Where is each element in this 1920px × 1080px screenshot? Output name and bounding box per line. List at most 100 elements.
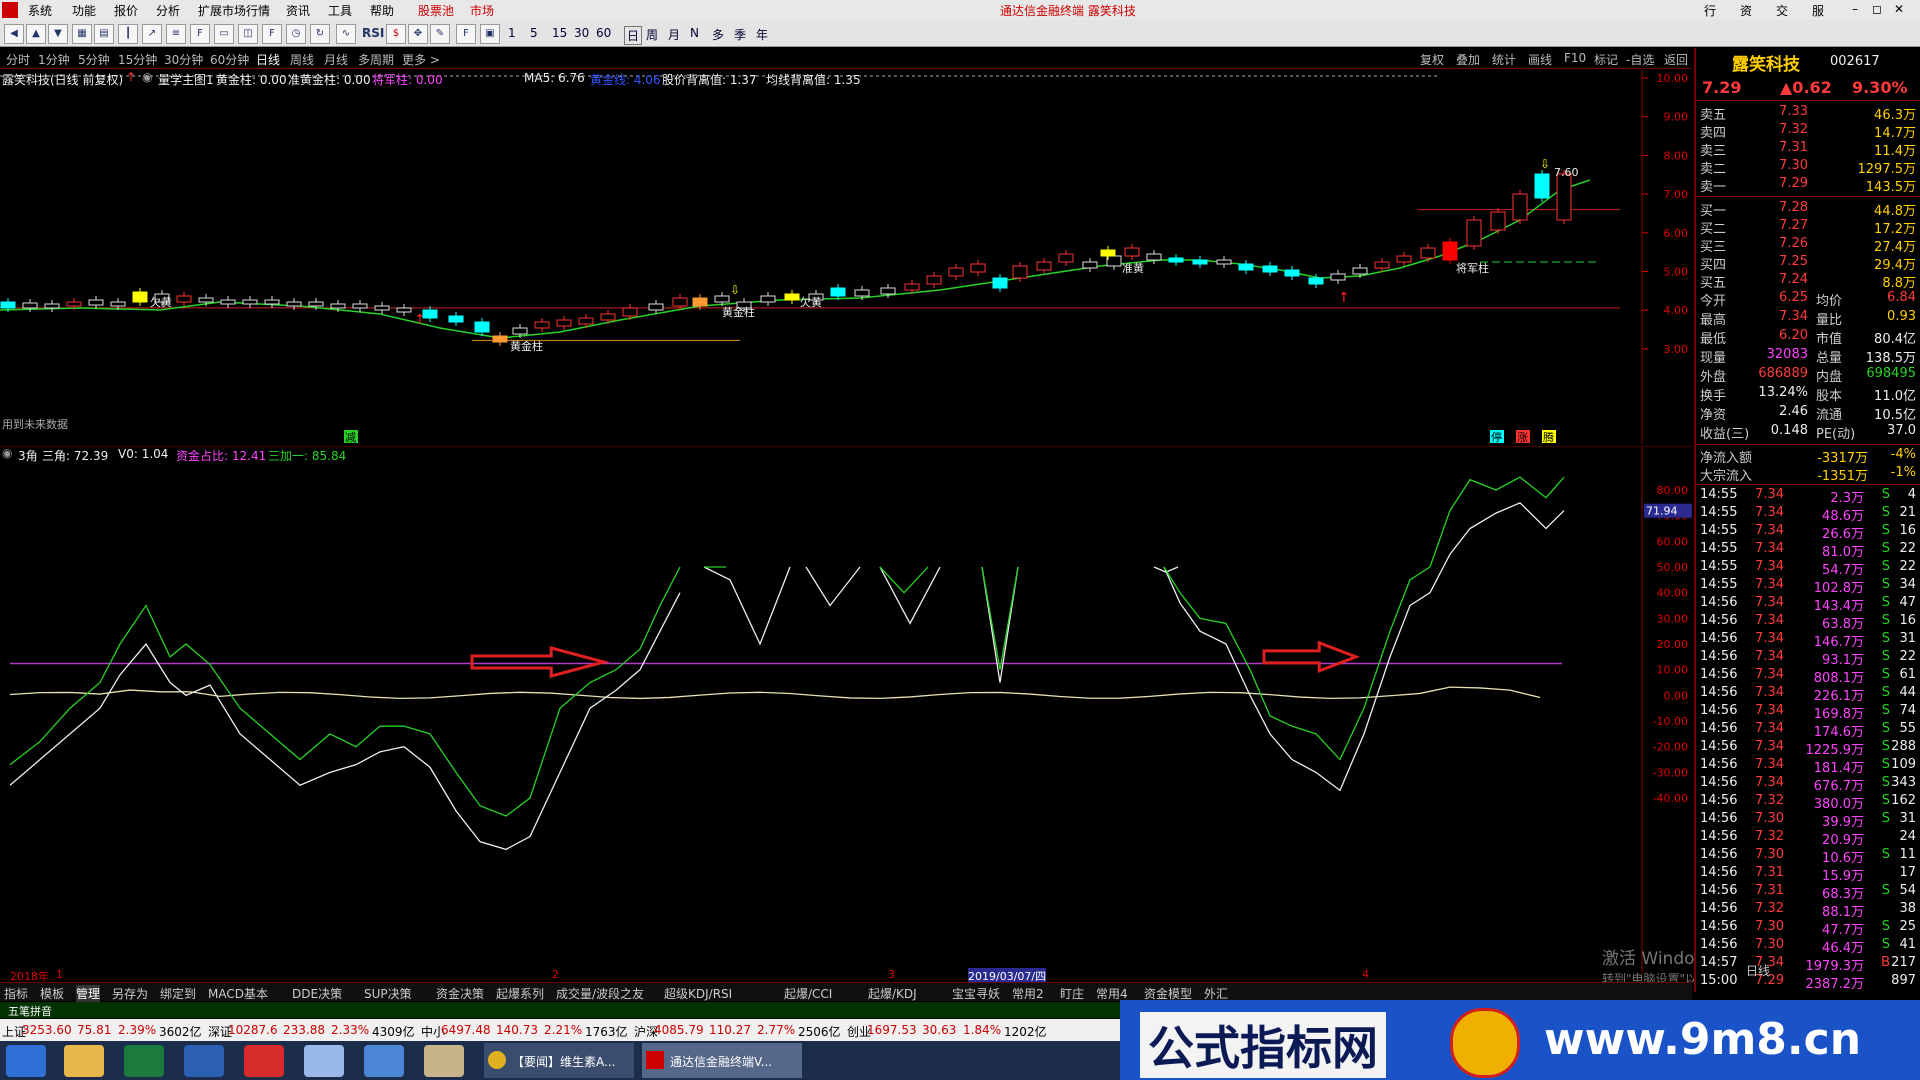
windows-start-icon[interactable] [6, 1045, 46, 1077]
tab-15min[interactable]: 15分钟 [118, 51, 157, 68]
tab-multi[interactable]: 多周期 [358, 51, 394, 68]
grid-icon[interactable]: ▦ [72, 24, 92, 44]
f5-icon[interactable]: F [456, 24, 476, 44]
period-60[interactable]: 60 [596, 26, 611, 40]
table-icon[interactable]: ▤ [94, 24, 114, 44]
tab-week[interactable]: 周线 [290, 51, 314, 68]
close-icon[interactable]: ✕ [1894, 2, 1904, 16]
indicator-tab[interactable]: MACD基本 [208, 985, 268, 1002]
back-icon[interactable]: ◀ [4, 24, 24, 44]
tab-30min[interactable]: 30分钟 [164, 51, 203, 68]
tab-1min[interactable]: 1分钟 [38, 51, 70, 68]
minimize-icon[interactable]: – [1852, 2, 1858, 16]
bird-app-icon[interactable] [304, 1045, 344, 1077]
doc-icon[interactable]: ▭ [214, 24, 234, 44]
menu-item-function[interactable]: 功能 [72, 2, 96, 19]
tab-month[interactable]: 月线 [324, 51, 348, 68]
period-season[interactable]: 季 [734, 26, 746, 43]
menu-item-analysis[interactable]: 分析 [156, 2, 180, 19]
weibo-icon[interactable] [244, 1045, 284, 1077]
tool-overlay[interactable]: 叠加 [1456, 51, 1480, 68]
period-1[interactable]: 1 [508, 26, 516, 40]
menu-item-stock-pool[interactable]: 股票池 [418, 2, 454, 19]
tick-side: S [1881, 739, 1890, 754]
tool-watchlist[interactable]: -自选 [1626, 51, 1654, 68]
indicator-tab[interactable]: 起爆/KDJ [868, 985, 917, 1002]
excel-icon[interactable] [124, 1045, 164, 1077]
chart-icon[interactable]: ◫ [238, 24, 258, 44]
input-method-label[interactable]: 五笔拼音 [8, 1003, 52, 1019]
menu-item-ext-market[interactable]: 扩展市场行情 [198, 2, 270, 19]
main-kline-chart[interactable]: 10.009.008.007.006.005.004.003.00 欠黄黄金柱黄… [0, 70, 1692, 444]
period-month[interactable]: 月 [668, 26, 680, 43]
period-multi[interactable]: 多 [712, 26, 724, 43]
tab-day[interactable]: 日线 [256, 51, 280, 68]
word-icon[interactable] [184, 1045, 224, 1077]
rsi-button[interactable]: RSI [362, 26, 384, 40]
f10-icon[interactable]: F [190, 24, 210, 44]
period-day[interactable]: 日 [624, 26, 643, 45]
f2-icon[interactable]: F [262, 24, 282, 44]
indicator-tab[interactable]: DDE决策 [292, 985, 342, 1002]
paint-icon[interactable] [424, 1045, 464, 1077]
period-n[interactable]: N [690, 26, 699, 40]
indicator-chart[interactable]: 80.0070.0060.0050.0040.0030.0020.0010.00… [0, 446, 1692, 974]
tab-60min[interactable]: 60分钟 [210, 51, 249, 68]
menu-item-system[interactable]: 系统 [28, 2, 52, 19]
kline-icon[interactable]: ┃ [118, 24, 138, 44]
tool-mark[interactable]: 标记 [1594, 51, 1618, 68]
tool-return[interactable]: 返回 [1664, 51, 1688, 68]
menu-item-news[interactable]: 资讯 [286, 2, 310, 19]
period-5[interactable]: 5 [530, 26, 538, 40]
indicator-tab[interactable]: 指标 [4, 985, 28, 1002]
period-week[interactable]: 周 [646, 26, 658, 43]
up-icon[interactable]: ▲ [26, 24, 46, 44]
legend-formula[interactable]: 量学主图1 [158, 71, 214, 88]
down-icon[interactable]: ▼ [48, 24, 68, 44]
indicator-tab[interactable]: 模板 [40, 985, 64, 1002]
period-year[interactable]: 年 [756, 26, 768, 43]
globe-icon[interactable] [364, 1045, 404, 1077]
layout-icon[interactable]: ▣ [480, 24, 500, 44]
menu-item-quote[interactable]: 报价 [114, 2, 138, 19]
taskbar-item-tdx[interactable]: 通达信金融终端V... [642, 1043, 802, 1078]
refresh-icon[interactable]: ↻ [310, 24, 330, 44]
tab-5min[interactable]: 5分钟 [78, 51, 110, 68]
indicator-tab[interactable]: 宝宝寻妖 [952, 985, 1000, 1002]
indicator-tab[interactable]: 成交量/波段之友 [556, 985, 644, 1002]
indicator-tab[interactable]: 另存为 [112, 985, 148, 1002]
list-icon[interactable]: ≡ [166, 24, 186, 44]
tool-stats[interactable]: 统计 [1492, 51, 1516, 68]
file-explorer-icon[interactable] [64, 1045, 104, 1077]
taskbar-item-news[interactable]: 【要闻】维生素A... [484, 1043, 634, 1078]
tool-fuquan[interactable]: 复权 [1420, 51, 1444, 68]
tool-draw[interactable]: 画线 [1528, 51, 1552, 68]
period-30[interactable]: 30 [574, 26, 589, 40]
clock-icon[interactable]: ◷ [286, 24, 306, 44]
indicator-tab[interactable]: 资金决策 [436, 985, 484, 1002]
dollar-icon[interactable]: $ [386, 24, 406, 44]
period-15[interactable]: 15 [552, 26, 567, 40]
indicator-tab[interactable]: 超级KDJ/RSI [664, 985, 732, 1002]
indicator-tab[interactable]: 起爆/CCI [784, 985, 832, 1002]
tab-fenshi[interactable]: 分时 [6, 51, 30, 68]
indicator-tab[interactable]: SUP决策 [364, 985, 412, 1002]
indicator-tab[interactable]: 绑定到 [160, 985, 196, 1002]
pen-icon[interactable]: ✎ [430, 24, 450, 44]
menu-item-help[interactable]: 帮助 [370, 2, 394, 19]
restore-icon[interactable]: ◻ [1872, 2, 1882, 16]
move-icon[interactable]: ✥ [408, 24, 428, 44]
tick-footer[interactable]: 日线 [1746, 962, 1770, 979]
menu-item-market[interactable]: 市场 [470, 2, 494, 19]
line-icon[interactable]: ∿ [336, 24, 356, 44]
indicator-tab[interactable]: 常用2 [1012, 985, 1044, 1002]
trend-icon[interactable]: ↗ [142, 24, 162, 44]
tick-list[interactable]: 14:55 7.34 2.3万 S 4 14:55 7.34 48.6万 S 21 14:55 7.3… [1696, 484, 1920, 995]
menu-item-tools[interactable]: 工具 [328, 2, 352, 19]
indicator-name[interactable]: 3角 [18, 447, 38, 464]
indicator-tab[interactable]: 起爆系列 [496, 985, 544, 1002]
tool-f10[interactable]: F10 [1564, 51, 1586, 65]
indicator-tab[interactable]: 管理 [76, 985, 101, 1002]
tab-more[interactable]: 更多 > [402, 51, 440, 68]
indicator-tab[interactable]: 盯庄 [1060, 985, 1084, 1002]
